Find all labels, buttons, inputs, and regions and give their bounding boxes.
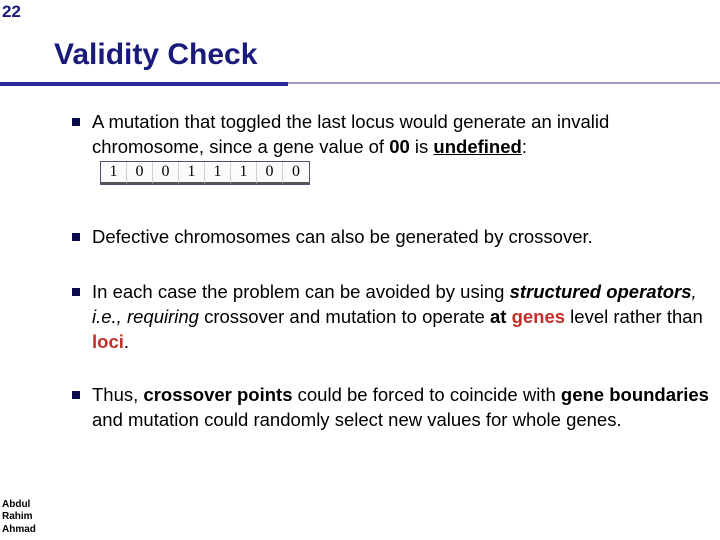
bit-cell: 1	[205, 162, 231, 184]
bullet-4: Thus, crossover points could be forced t…	[72, 383, 712, 433]
text: level rather than	[565, 306, 703, 327]
undefined-word: undefined	[433, 136, 521, 157]
bullet-2: Defective chromosomes can also be genera…	[72, 225, 712, 250]
chromosome-bits: 1 0 0 1 1 1 0 0	[100, 161, 310, 185]
bullet-marker-icon	[72, 391, 80, 399]
bullet-3-text: In each case the problem can be avoided …	[92, 280, 712, 355]
author-line: Abdul	[2, 499, 36, 512]
content-area: A mutation that toggled the last locus w…	[72, 100, 712, 433]
text: .	[124, 331, 129, 352]
bit-cell: 1	[231, 162, 257, 184]
structured-operators: structured operators	[510, 281, 692, 302]
gene-boundaries: gene boundaries	[561, 384, 709, 405]
slide-title: Validity Check	[54, 38, 257, 72]
bit-cell: 1	[179, 162, 205, 184]
text: crossover and mutation to operate	[199, 306, 490, 327]
bullet-marker-icon	[72, 118, 80, 126]
text: could be forced to coincide with	[293, 384, 561, 405]
title-bar: Validity Check	[0, 38, 720, 94]
bullet-4-text: Thus, crossover points could be forced t…	[92, 383, 712, 433]
bit-cell: 1	[101, 162, 127, 184]
text: and mutation could randomly select new v…	[92, 409, 622, 430]
bit-cell: 0	[257, 162, 283, 184]
crossover-points: crossover points	[143, 384, 292, 405]
bullet-1: A mutation that toggled the last locus w…	[72, 110, 712, 185]
text: Thus,	[92, 384, 143, 405]
author-footer: Abdul Rahim Ahmad	[2, 499, 36, 537]
author-line: Rahim	[2, 511, 36, 524]
loci-word: loci	[92, 331, 124, 352]
title-underline-blue	[0, 82, 288, 86]
text: :	[522, 136, 527, 157]
bit-cell: 0	[153, 162, 179, 184]
bullet-2-text: Defective chromosomes can also be genera…	[92, 225, 712, 250]
text: at	[490, 306, 512, 327]
text: In each case the problem can be avoided …	[92, 281, 510, 302]
genes-word: genes	[512, 306, 565, 327]
bullet-1-text: A mutation that toggled the last locus w…	[92, 110, 712, 185]
bit-cell: 0	[283, 162, 309, 184]
bullet-marker-icon	[72, 233, 80, 241]
slide-number: 22	[2, 2, 21, 22]
text: A mutation that toggled the last locus w…	[92, 111, 609, 157]
bullet-3: In each case the problem can be avoided …	[72, 280, 712, 355]
text: is	[410, 136, 434, 157]
bullet-marker-icon	[72, 288, 80, 296]
value-00: 00	[389, 136, 410, 157]
bit-cell: 0	[127, 162, 153, 184]
author-line: Ahmad	[2, 524, 36, 537]
